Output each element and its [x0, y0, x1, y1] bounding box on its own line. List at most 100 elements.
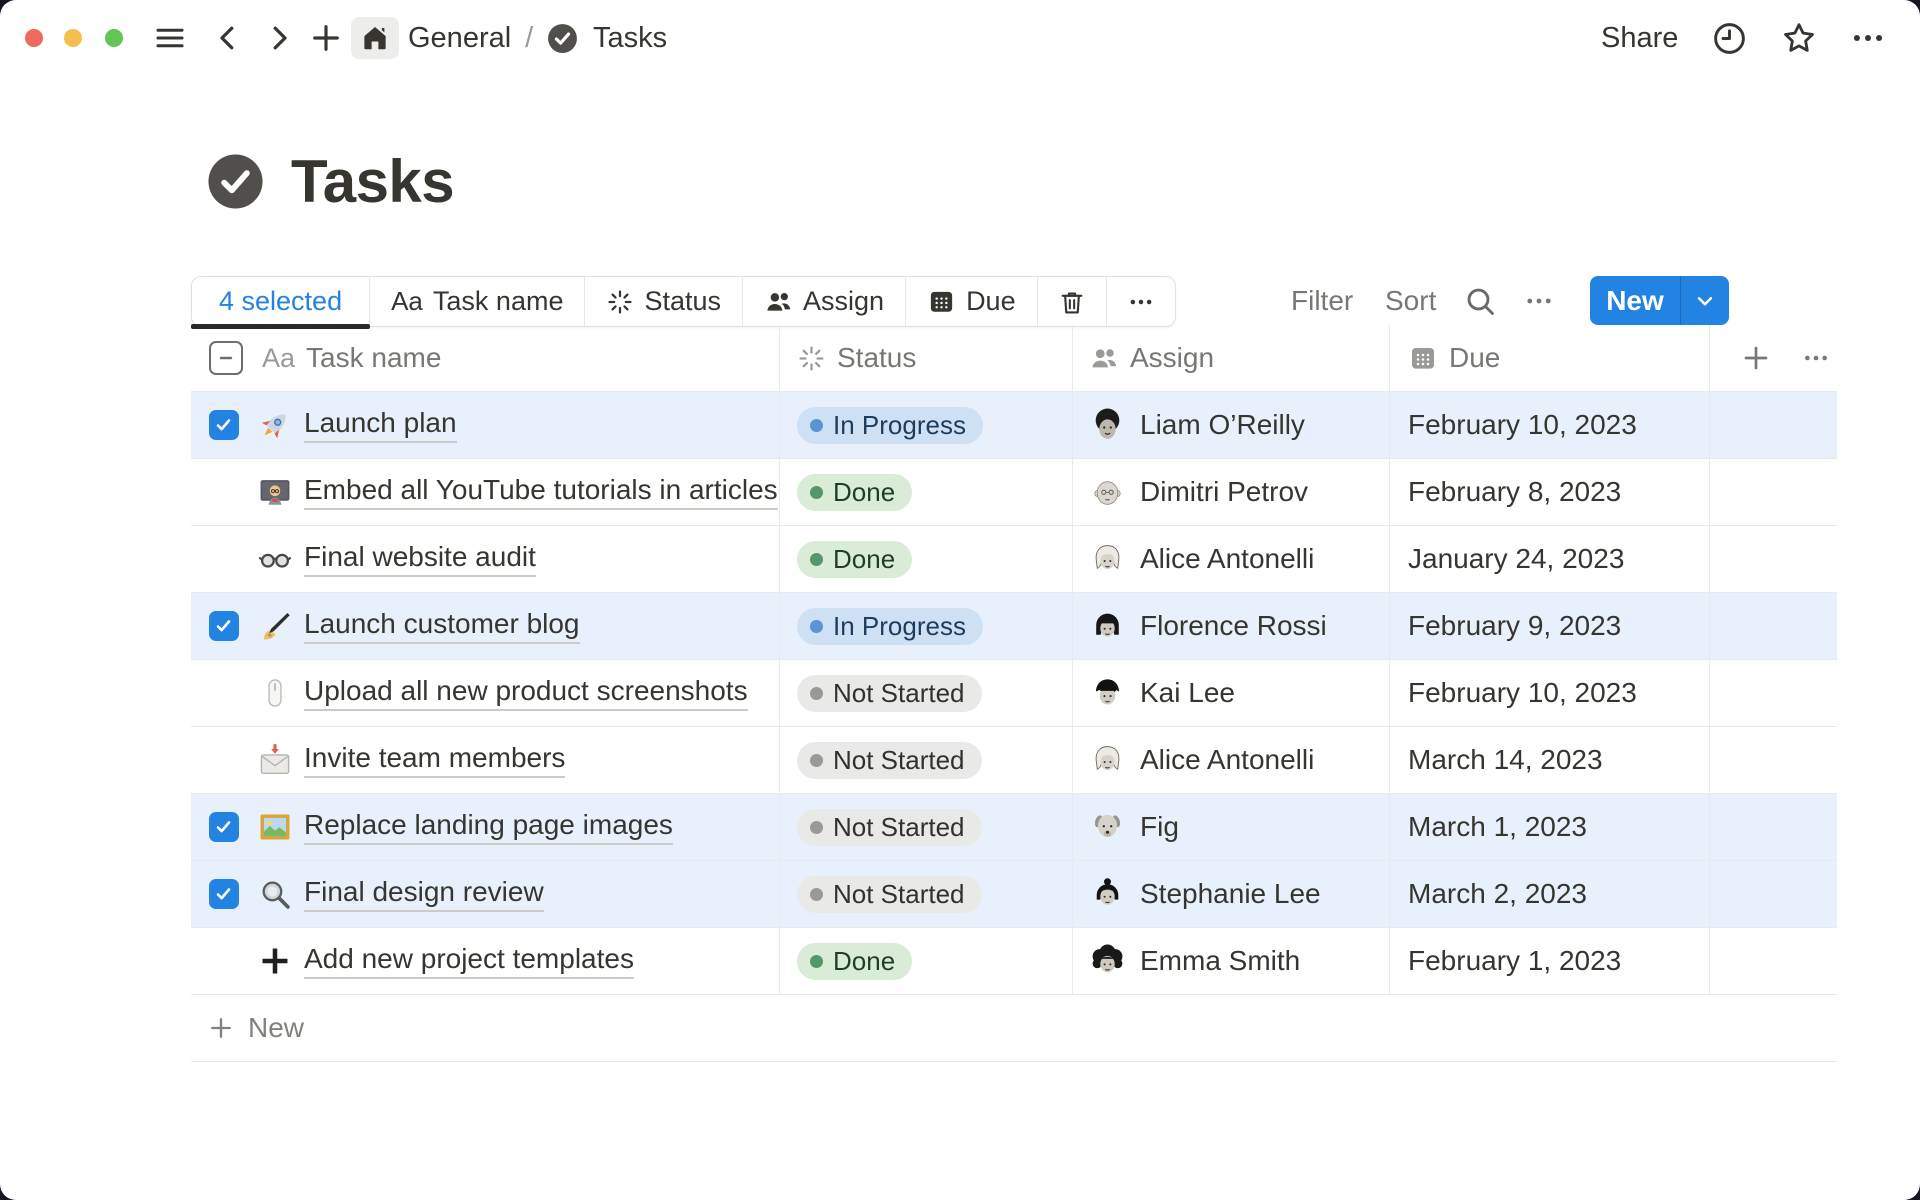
table-row[interactable]: Final website audit Done Alice Antonelli…	[191, 526, 1837, 593]
due-cell[interactable]: February 9, 2023	[1390, 593, 1710, 659]
task-link[interactable]: Replace landing page images	[304, 809, 673, 845]
selection-more-button[interactable]	[1107, 277, 1175, 326]
row-checkbox[interactable]	[209, 611, 239, 641]
task-cell[interactable]: Launch customer blog	[191, 593, 780, 659]
row-checkbox[interactable]	[209, 410, 239, 440]
assign-cell[interactable]: Dimitri Petrov	[1073, 459, 1390, 525]
property-task-name-button[interactable]: Aa Task name	[370, 277, 585, 326]
assign-cell[interactable]: Kai Lee	[1073, 660, 1390, 726]
forward-icon[interactable]	[261, 0, 297, 76]
add-column-icon[interactable]	[1740, 342, 1772, 374]
assignee-name: Alice Antonelli	[1140, 744, 1314, 776]
task-cell[interactable]: Embed all YouTube tutorials in articles	[191, 459, 780, 525]
assign-cell[interactable]: Emma Smith	[1073, 928, 1390, 994]
status-cell[interactable]: Done	[780, 459, 1073, 525]
task-cell[interactable]: Final website audit	[191, 526, 780, 592]
task-link[interactable]: Upload all new product screenshots	[304, 675, 748, 711]
due-cell[interactable]: March 2, 2023	[1390, 861, 1710, 927]
table-row[interactable]: Final design review Not Started Stephani…	[191, 861, 1837, 928]
table-options-icon[interactable]	[1800, 342, 1832, 374]
header-due[interactable]: Due	[1390, 325, 1710, 391]
breadcrumb-section[interactable]: General	[408, 22, 511, 55]
back-icon[interactable]	[210, 0, 246, 76]
status-cell[interactable]: Not Started	[780, 660, 1073, 726]
status-label: In Progress	[833, 410, 966, 441]
new-button-label[interactable]: New	[1590, 276, 1680, 325]
assign-cell[interactable]: Stephanie Lee	[1073, 861, 1390, 927]
due-cell[interactable]: February 10, 2023	[1390, 392, 1710, 458]
select-all-checkbox[interactable]	[209, 341, 243, 375]
row-checkbox[interactable]	[209, 879, 239, 909]
property-assign-button[interactable]: Assign	[743, 277, 906, 326]
view-more-icon[interactable]	[1522, 276, 1556, 325]
task-link[interactable]: Add new project templates	[304, 943, 634, 979]
status-cell[interactable]: Done	[780, 526, 1073, 592]
task-link[interactable]: Launch plan	[304, 407, 457, 443]
page-title[interactable]: Tasks	[291, 147, 454, 216]
table-row[interactable]: Launch plan In Progress Liam O’Reilly Fe…	[191, 392, 1837, 459]
status-cell[interactable]: Not Started	[780, 861, 1073, 927]
task-link[interactable]: Embed all YouTube tutorials in articles	[304, 474, 778, 510]
row-extra-cell	[1710, 660, 1837, 726]
zoom-window-button[interactable]	[105, 29, 123, 47]
search-icon[interactable]	[1462, 276, 1498, 325]
table-row[interactable]: Upload all new product screenshots Not S…	[191, 660, 1837, 727]
envelope-emoji	[258, 743, 292, 777]
status-cell[interactable]: Not Started	[780, 794, 1073, 860]
new-row-button[interactable]: New	[191, 995, 1837, 1062]
table-row[interactable]: Add new project templates Done Emma Smit…	[191, 928, 1837, 995]
task-cell[interactable]: Add new project templates	[191, 928, 780, 994]
home-icon[interactable]	[351, 17, 399, 59]
due-cell[interactable]: February 10, 2023	[1390, 660, 1710, 726]
table-row[interactable]: Replace landing page images Not Started …	[191, 794, 1837, 861]
due-cell[interactable]: January 24, 2023	[1390, 526, 1710, 592]
due-cell[interactable]: March 14, 2023	[1390, 727, 1710, 793]
close-window-button[interactable]	[25, 29, 43, 47]
page-title-icon[interactable]	[206, 152, 265, 211]
status-cell[interactable]: In Progress	[780, 593, 1073, 659]
task-cell[interactable]: Final design review	[191, 861, 780, 927]
task-cell[interactable]: Upload all new product screenshots	[191, 660, 780, 726]
status-cell[interactable]: Done	[780, 928, 1073, 994]
property-due-button[interactable]: Due	[906, 277, 1038, 326]
task-link[interactable]: Invite team members	[304, 742, 565, 778]
more-options-icon[interactable]	[1849, 0, 1887, 76]
favorite-star-icon[interactable]	[1780, 0, 1818, 76]
due-cell[interactable]: February 8, 2023	[1390, 459, 1710, 525]
breadcrumb-page[interactable]: Tasks	[593, 0, 667, 76]
property-status-button[interactable]: Status	[585, 277, 743, 326]
assign-cell[interactable]: Liam O’Reilly	[1073, 392, 1390, 458]
share-button[interactable]: Share	[1601, 0, 1678, 76]
status-cell[interactable]: Not Started	[780, 727, 1073, 793]
row-checkbox[interactable]	[209, 812, 239, 842]
due-cell[interactable]: March 1, 2023	[1390, 794, 1710, 860]
people-icon	[1089, 343, 1119, 373]
task-link[interactable]: Final design review	[304, 876, 544, 912]
table-row[interactable]: Launch customer blog In Progress Florenc…	[191, 593, 1837, 660]
header-assign[interactable]: Assign	[1073, 325, 1390, 391]
header-status[interactable]: Status	[780, 325, 1073, 391]
status-cell[interactable]: In Progress	[780, 392, 1073, 458]
assign-cell[interactable]: Fig	[1073, 794, 1390, 860]
sort-button[interactable]: Sort	[1385, 276, 1436, 325]
table-row[interactable]: Invite team members Not Started Alice An…	[191, 727, 1837, 794]
new-button-chevron-down-icon[interactable]	[1680, 276, 1729, 325]
sidebar-menu-icon[interactable]	[153, 0, 187, 76]
history-clock-icon[interactable]	[1711, 0, 1748, 76]
new-tab-icon[interactable]	[308, 0, 344, 76]
task-link[interactable]: Launch customer blog	[304, 608, 580, 644]
filter-button[interactable]: Filter	[1291, 276, 1353, 325]
task-cell[interactable]: Invite team members	[191, 727, 780, 793]
header-task-name[interactable]: Aa Task name	[191, 325, 780, 391]
task-link[interactable]: Final website audit	[304, 541, 536, 577]
task-cell[interactable]: Replace landing page images	[191, 794, 780, 860]
delete-selected-button[interactable]	[1038, 277, 1107, 326]
assign-cell[interactable]: Alice Antonelli	[1073, 526, 1390, 592]
table-row[interactable]: Embed all YouTube tutorials in articles …	[191, 459, 1837, 526]
minimize-window-button[interactable]	[64, 29, 82, 47]
selected-count-tab[interactable]: 4 selected	[192, 277, 370, 326]
due-cell[interactable]: February 1, 2023	[1390, 928, 1710, 994]
assign-cell[interactable]: Florence Rossi	[1073, 593, 1390, 659]
assign-cell[interactable]: Alice Antonelli	[1073, 727, 1390, 793]
task-cell[interactable]: Launch plan	[191, 392, 780, 458]
